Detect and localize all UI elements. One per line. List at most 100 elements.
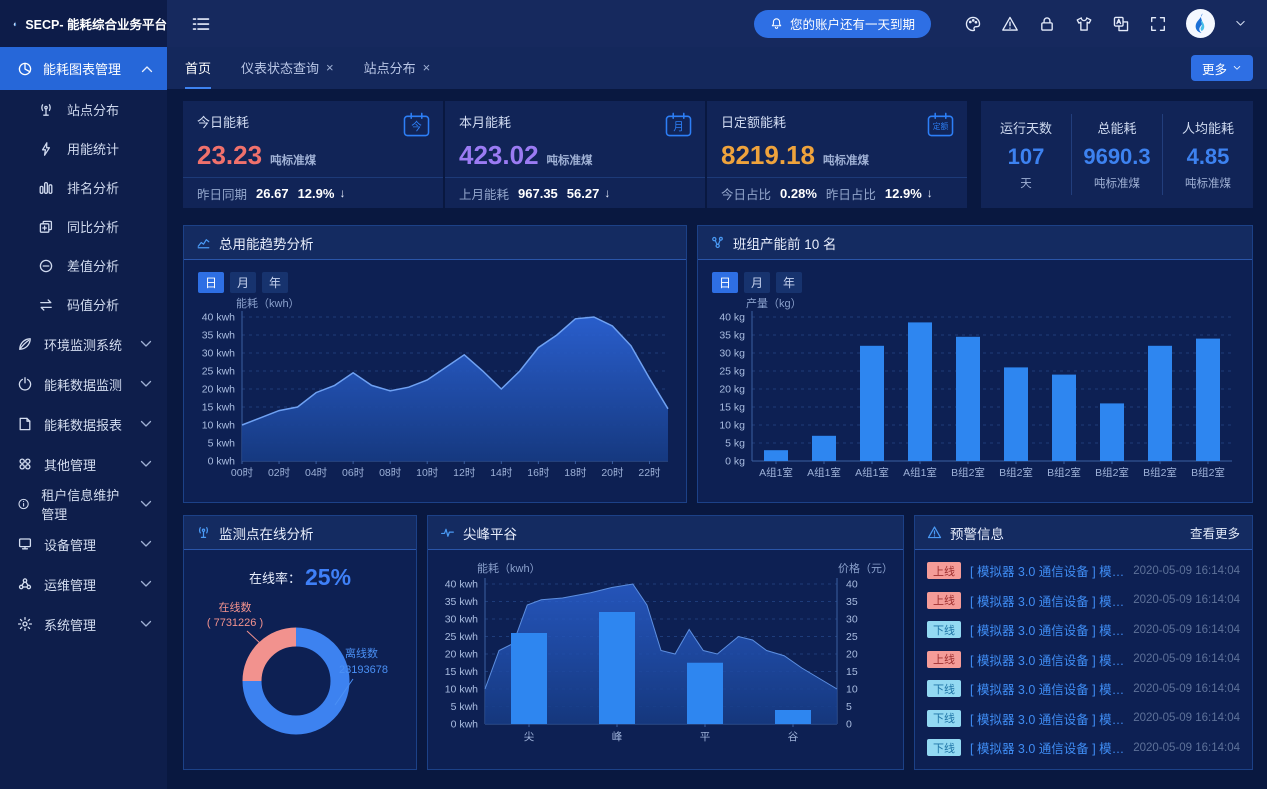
donut-slice-online[interactable] (252, 637, 296, 681)
stat-footer-value: 12.9% (298, 186, 335, 201)
y-tick: 15 kwh (445, 666, 478, 678)
tab-站点分布[interactable]: 站点分布 × (364, 47, 431, 89)
chart-tab-日[interactable]: 日 (712, 272, 738, 293)
chevron-down-icon (1234, 17, 1247, 30)
swap-icon (38, 297, 54, 313)
chart-tab-年[interactable]: 年 (776, 272, 802, 293)
y-tick: 40 kg (719, 312, 745, 324)
bar-平 (687, 663, 723, 724)
status-badge: 下线 (927, 739, 961, 756)
translate-icon[interactable] (1112, 15, 1130, 33)
sidebar-group[interactable]: 能耗数据报表 (0, 404, 167, 444)
avatar[interactable] (1186, 9, 1215, 38)
trend-down-arrow: ↓ (339, 186, 345, 200)
sidebar-item-energy-charts[interactable]: 能耗图表管理 (0, 47, 167, 90)
chart-tab-日[interactable]: 日 (198, 272, 224, 293)
x-tick: B组2室 (999, 466, 1033, 479)
online-rate-label: 在线率： (249, 568, 301, 587)
alert-row[interactable]: 上线[ 模拟器 3.0 通信设备 ] 模拟器 3.0...2020-05-09 … (927, 645, 1240, 675)
alert-message[interactable]: [ 模拟器 3.0 通信设备 ] 模拟器 3.0... (970, 561, 1124, 580)
chevron-down-icon (138, 536, 154, 552)
view-more-link[interactable]: 查看更多 (1190, 523, 1240, 542)
collapse-menu-icon[interactable] (191, 14, 211, 34)
y-tick-right: 35 (846, 596, 858, 608)
close-icon[interactable]: × (326, 60, 334, 75)
shirt-icon[interactable] (1075, 15, 1093, 33)
trend-down-arrow: ↓ (604, 186, 610, 200)
sidebar-subitem[interactable]: 站点分布 (0, 90, 167, 129)
y-tick: 0 kwh (451, 719, 479, 731)
tab-label: 站点分布 (364, 58, 416, 77)
account-expiry-notice[interactable]: 您的账户还有一天到期 (754, 10, 931, 38)
sidebar-subitem[interactable]: 排名分析 (0, 168, 167, 207)
y-tick: 40 kwh (202, 312, 235, 324)
bar-B组2室 (956, 337, 980, 461)
alert-row[interactable]: 下线[ 模拟器 3.0 通信设备 ] 模拟器 3.0...2020-05-09 … (927, 733, 1240, 763)
alert-message[interactable]: [ 模拟器 3.0 通信设备 ] 模拟器 3.0... (970, 620, 1124, 639)
dashboard-page: 今日能耗今23.23吨标准煤昨日同期26.6712.9%↓本月能耗月423.02… (167, 89, 1267, 770)
stat-unit: 吨标准煤 (823, 152, 869, 168)
sidebar-group[interactable]: 环境监测系统 (0, 324, 167, 364)
sidebar-subitem[interactable]: 同比分析 (0, 207, 167, 246)
x-tick: A组1室 (759, 466, 793, 479)
sidebar-subitem[interactable]: 差值分析 (0, 246, 167, 285)
lock-icon[interactable] (1038, 15, 1056, 33)
alert-row[interactable]: 上线[ 模拟器 3.0 通信设备 ] 模拟器 3.0...2020-05-09 … (927, 586, 1240, 616)
fullscreen-icon[interactable] (1149, 15, 1167, 33)
x-tick: 14时 (490, 467, 513, 479)
bar-B组2室 (1100, 403, 1124, 461)
peak-valley-chart: 0 kwh05 kwh510 kwh1015 kwh1520 kwh2025 k… (433, 560, 898, 760)
tab-仪表状态查询[interactable]: 仪表状态查询× (241, 47, 334, 89)
warning-icon[interactable] (1001, 15, 1019, 33)
tab-首页[interactable]: 首页 (185, 47, 211, 89)
alert-row[interactable]: 下线[ 模拟器 3.0 通信设备 ] 模拟器 3.0...2020-05-09 … (927, 674, 1240, 704)
alert-message[interactable]: [ 模拟器 3.0 通信设备 ] 模拟器 3.0... (970, 591, 1124, 610)
summary-column: 运行天数107天 (981, 114, 1071, 195)
warning-icon (927, 525, 942, 540)
stat-cards-row: 今日能耗今23.23吨标准煤昨日同期26.6712.9%↓本月能耗月423.02… (183, 101, 1253, 208)
ranking-icon (38, 180, 54, 196)
y-tick: 30 kwh (445, 614, 478, 626)
stat-card: 今日能耗今23.23吨标准煤昨日同期26.6712.9%↓ (183, 101, 443, 208)
palette-icon[interactable] (964, 15, 982, 33)
sidebar-subitem[interactable]: 码值分析 (0, 285, 167, 324)
palette-icon (964, 15, 982, 33)
alert-message[interactable]: [ 模拟器 3.0 通信设备 ] 模拟器 3.0... (970, 650, 1124, 669)
chart-tab-月[interactable]: 月 (744, 272, 770, 293)
sidebar-group[interactable]: 设备管理 (0, 524, 167, 564)
sidebar-group-label: 运维管理 (44, 575, 96, 594)
alert-row[interactable]: 下线[ 模拟器 3.0 通信设备 ] 模拟器 3.0...2020-05-09 … (927, 704, 1240, 734)
chevron-down-icon (138, 416, 154, 432)
bar-A组1室 (860, 346, 884, 461)
panel-title: 监测点在线分析 (219, 523, 314, 543)
y-tick: 20 kwh (202, 384, 235, 396)
alert-row[interactable]: 下线[ 模拟器 3.0 通信设备 ] 模拟器 3.0...2020-05-09 … (927, 615, 1240, 645)
sidebar-subitem[interactable]: 用能统计 (0, 129, 167, 168)
chart-tab-年[interactable]: 年 (262, 272, 288, 293)
sidebar-group[interactable]: 运维管理 (0, 564, 167, 604)
antenna-icon (38, 102, 54, 118)
close-icon[interactable]: × (423, 60, 431, 75)
sidebar-group[interactable]: 能耗数据监测 (0, 364, 167, 404)
sidebar-group[interactable]: 其他管理 (0, 444, 167, 484)
chart-tab-月[interactable]: 月 (230, 272, 256, 293)
trendline-icon (196, 235, 211, 250)
alert-time: 2020-05-09 16:14:04 (1133, 683, 1240, 695)
user-menu-chevron-icon[interactable] (1234, 17, 1247, 30)
info-icon (17, 496, 30, 512)
panel-online-analysis: 监测点在线分析 在线率： 25% 在线数( 7731226 )离线数231936… (183, 515, 417, 770)
shirt-icon (1075, 15, 1093, 33)
device-icon (17, 536, 33, 552)
chevron-down-icon (138, 416, 154, 432)
y-tick: 5 kwh (208, 438, 236, 450)
alert-message[interactable]: [ 模拟器 3.0 通信设备 ] 模拟器 3.0... (970, 679, 1124, 698)
alert-message[interactable]: [ 模拟器 3.0 通信设备 ] 模拟器 3.0... (970, 709, 1124, 728)
status-badge: 上线 (927, 562, 961, 579)
sidebar-group[interactable]: 系统管理 (0, 604, 167, 644)
alert-row[interactable]: 上线[ 模拟器 3.0 通信设备 ] 模拟器 3.0...2020-05-09 … (927, 556, 1240, 586)
trend-period-tabs: 日月年 (198, 272, 686, 293)
more-button[interactable]: 更多 (1191, 55, 1253, 81)
sidebar-group[interactable]: 租户信息维护管理 (0, 484, 167, 524)
y-axis-title-right: 价格（元） (838, 561, 893, 575)
alert-message[interactable]: [ 模拟器 3.0 通信设备 ] 模拟器 3.0... (970, 738, 1124, 757)
